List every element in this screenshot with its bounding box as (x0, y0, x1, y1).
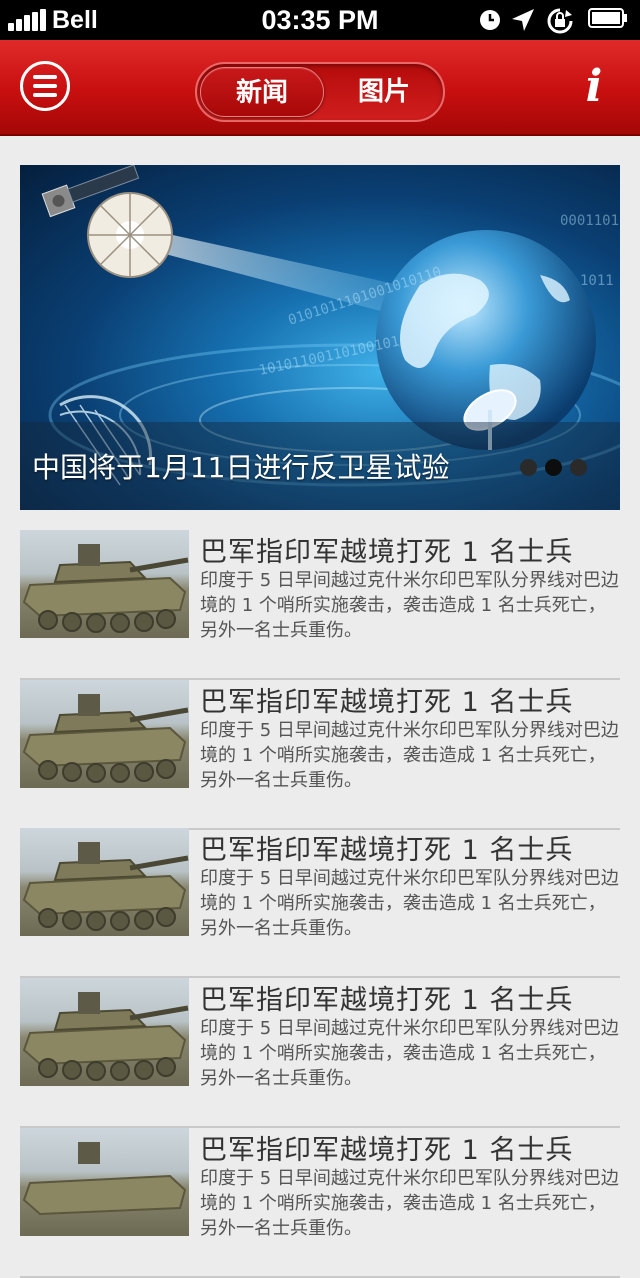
list-item[interactable]: 巴军指印军越境打死 1 名士兵 印度于 5 日早间越过克什米尔印巴军队分界线对巴… (20, 530, 620, 680)
list-item[interactable]: 巴军指印军越境打死 1 名士兵 印度于 5 日早间越过克什米尔印巴军队分界线对巴… (20, 828, 620, 978)
location-icon (512, 9, 534, 31)
featured-banner[interactable]: 0101011101001010110 10101100110100101 00… (20, 165, 620, 510)
news-thumbnail (20, 1128, 189, 1236)
news-thumbnail (20, 978, 189, 1086)
news-summary: 印度于 5 日早间越过克什米尔印巴军队分界线对巴边境的 1 个哨所实施袭击，袭击… (200, 570, 619, 641)
tab-pictures[interactable]: 图片 (325, 67, 443, 117)
page-indicator[interactable] (520, 459, 590, 477)
news-thumbnail (20, 828, 189, 936)
list-item[interactable]: 巴军指印军越境打死 1 名士兵 印度于 5 日早间越过克什米尔印巴军队分界线对巴… (20, 1128, 620, 1278)
news-title: 巴军指印军越境打死 1 名士兵 (200, 835, 574, 866)
rotation-lock-icon (547, 8, 573, 34)
page-dot-3[interactable] (570, 459, 587, 476)
news-summary: 印度于 5 日早间越过克什米尔印巴军队分界线对巴边境的 1 个哨所实施袭击，袭击… (200, 1018, 619, 1089)
svg-text:1011: 1011 (580, 273, 614, 289)
tab-news[interactable]: 新闻 (200, 67, 324, 117)
clock-icon (480, 10, 500, 30)
svg-text:0001101: 0001101 (560, 213, 619, 229)
battery-icon (588, 8, 627, 28)
news-title: 巴军指印军越境打死 1 名士兵 (200, 687, 574, 718)
page-dot-2[interactable] (545, 459, 562, 476)
status-bar: Bell 03:35 PM (0, 0, 640, 40)
page-dot-1[interactable] (520, 459, 537, 476)
news-title: 巴军指印军越境打死 1 名士兵 (200, 985, 574, 1016)
info-button[interactable]: i (576, 60, 612, 114)
news-thumbnail (20, 530, 189, 638)
banner-caption: 中国将于1月11日进行反卫星试验 (32, 451, 450, 484)
menu-button[interactable] (20, 61, 70, 111)
news-title: 巴军指印军越境打死 1 名士兵 (200, 537, 574, 568)
news-thumbnail (20, 680, 189, 788)
news-summary: 印度于 5 日早间越过克什米尔印巴军队分界线对巴边境的 1 个哨所实施袭击，袭击… (200, 720, 619, 791)
navigation-bar: 新闻 图片 i (0, 40, 640, 136)
list-item[interactable]: 巴军指印军越境打死 1 名士兵 印度于 5 日早间越过克什米尔印巴军队分界线对巴… (20, 978, 620, 1128)
news-title: 巴军指印军越境打死 1 名士兵 (200, 1135, 574, 1166)
news-summary: 印度于 5 日早间越过克什米尔印巴军队分界线对巴边境的 1 个哨所实施袭击，袭击… (200, 868, 619, 939)
segmented-control: 新闻 图片 (195, 62, 445, 122)
list-item[interactable]: 巴军指印军越境打死 1 名士兵 印度于 5 日早间越过克什米尔印巴军队分界线对巴… (20, 680, 620, 830)
news-summary: 印度于 5 日早间越过克什米尔印巴军队分界线对巴边境的 1 个哨所实施袭击，袭击… (200, 1168, 619, 1239)
